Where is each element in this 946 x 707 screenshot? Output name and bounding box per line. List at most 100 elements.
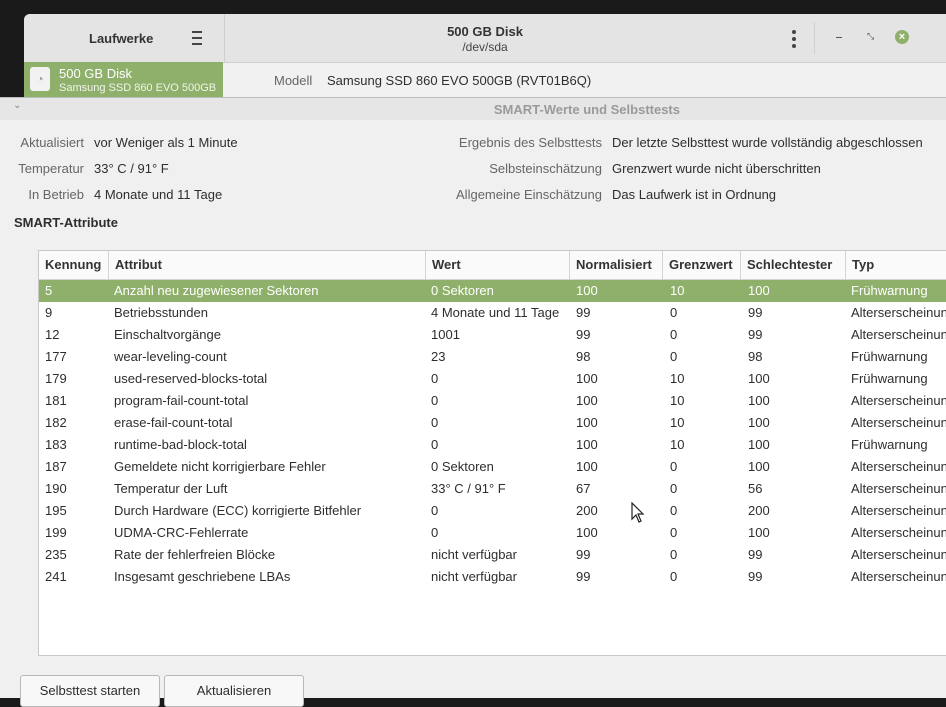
cell-value: 0 (431, 525, 439, 540)
column-header-worst[interactable]: Schlechtester (741, 251, 846, 279)
cell-type: Alterserscheinung (851, 415, 946, 430)
cell-threshold: 0 (670, 503, 678, 518)
close-icon[interactable]: × (895, 30, 909, 44)
smart-attributes-table: Kennung Attribut Wert Normalisiert Grenz… (38, 250, 946, 656)
info-value-selftest-result: Der letzte Selbsttest wurde vollständig … (612, 135, 923, 150)
cell-threshold: 0 (670, 305, 678, 320)
cell-attribute: Einschaltvorgänge (114, 327, 221, 342)
table-row[interactable]: 190 Temperatur der Luft 33° C / 91° F 67 0 56… (39, 478, 946, 500)
cell-attribute: Durch Hardware (ECC) korrigierte Bitfehl… (114, 503, 362, 518)
cell-id: 177 (45, 349, 67, 364)
column-header-type[interactable]: Typ (846, 251, 946, 279)
cell-id: 199 (45, 525, 67, 540)
cell-value: 23 (431, 349, 446, 364)
table-row[interactable]: 235 Rate der fehlerfreien Blöcke nicht ver… (39, 544, 946, 566)
cell-type: Alterserscheinung (851, 327, 946, 342)
cell-worst: 100 (748, 459, 770, 474)
cell-type: Alterserscheinung (851, 459, 946, 474)
cell-id: 181 (45, 393, 67, 408)
cell-worst: 100 (748, 371, 770, 386)
cell-normalized: 67 (576, 481, 591, 496)
header-divider (814, 22, 815, 54)
smart-dialog: ⌄ SMART-Werte und Selbsttests Aktualisie… (0, 97, 946, 707)
column-header-normalized[interactable]: Normalisiert (570, 251, 663, 279)
cell-type: Frühwarnung (851, 283, 928, 298)
cell-id: 195 (45, 503, 67, 518)
cell-normalized: 99 (576, 569, 591, 584)
cell-worst: 56 (748, 481, 763, 496)
cell-attribute: erase-fail-count-total (114, 415, 233, 430)
cell-attribute: Temperatur der Luft (114, 481, 228, 496)
table-row[interactable]: 179 used-reserved-blocks-total 0 100 10 100 Fr… (39, 368, 946, 390)
cell-id: 12 (45, 327, 60, 342)
cell-normalized: 100 (576, 283, 598, 298)
maximize-icon[interactable]: ⤡ (867, 32, 874, 41)
cell-id: 182 (45, 415, 67, 430)
table-row[interactable]: 9 Betriebsstunden 4 Monate und 11 Tage 99 0 9… (39, 302, 946, 324)
cell-id: 5 (45, 283, 53, 298)
cell-type: Alterserscheinung (851, 569, 946, 584)
cell-type: Alterserscheinung (851, 547, 946, 562)
table-row[interactable]: 12 Einschaltvorgänge 1001 99 0 99 Altersersche… (39, 324, 946, 346)
column-header-value[interactable]: Wert (426, 251, 570, 279)
modell-label: Modell (274, 73, 313, 88)
disks-header: Laufwerke 500 GB Disk /dev/sda ⤡ × (24, 14, 946, 63)
cell-normalized: 100 (576, 371, 598, 386)
more-options-icon[interactable] (792, 30, 796, 48)
column-header-id[interactable]: Kennung (39, 251, 109, 279)
cell-threshold: 10 (670, 393, 685, 408)
refresh-button[interactable]: Aktualisieren (164, 675, 304, 707)
cell-value: 0 (431, 503, 439, 518)
cell-id: 179 (45, 371, 67, 386)
cell-attribute: Gemeldete nicht korrigierbare Fehler (114, 459, 326, 474)
cell-worst: 99 (748, 305, 763, 320)
cell-threshold: 0 (670, 569, 678, 584)
cell-normalized: 99 (576, 547, 591, 562)
dialog-title: SMART-Werte und Selbsttests (493, 102, 680, 117)
cell-type: Alterserscheinung (851, 525, 946, 540)
table-row[interactable]: 177 wear-leveling-count 23 98 0 98 Frühwarnung (39, 346, 946, 368)
cell-attribute: Anzahl neu zugewiesener Sektoren (114, 283, 319, 298)
sidebar-title: Laufwerke (89, 31, 154, 46)
info-value-overall-assessment: Das Laufwerk ist in Ordnung (612, 187, 777, 202)
cell-attribute: Betriebsstunden (114, 305, 208, 320)
sidebar-disk-name: 500 GB Disk (59, 66, 132, 81)
start-selftest-button[interactable]: Selbsttest starten (20, 675, 160, 707)
cell-id: 9 (45, 305, 53, 320)
info-label-temperature: Temperatur (18, 161, 84, 176)
table-row[interactable]: 5 Anzahl neu zugewiesener Sektoren 0 Sekto… (39, 280, 946, 302)
cell-threshold: 0 (670, 547, 678, 562)
table-row[interactable]: 182 erase-fail-count-total 0 100 10 100 Alters… (39, 412, 946, 434)
info-value-temperature: 33° C / 91° F (94, 161, 169, 176)
cell-value: 4 Monate und 11 Tage (431, 305, 560, 320)
cell-type: Frühwarnung (851, 437, 928, 452)
info-value-self-assessment: Grenzwert wurde nicht überschritten (612, 161, 821, 176)
cell-id: 183 (45, 437, 67, 452)
table-row[interactable]: 181 program-fail-count-total 0 100 10 100 Alte… (39, 390, 946, 412)
info-label-self-assessment: Selbsteinschätzung (489, 161, 602, 176)
column-header-threshold[interactable]: Grenzwert (663, 251, 741, 279)
table-row[interactable]: 241 Insgesamt geschriebene LBAs nicht verf… (39, 566, 946, 588)
cell-worst: 100 (748, 437, 770, 452)
cell-value: nicht verfügbar (431, 547, 517, 562)
cell-threshold: 0 (670, 481, 678, 496)
cell-threshold: 0 (670, 327, 678, 342)
cell-worst: 99 (748, 569, 763, 584)
table-row[interactable]: 195 Durch Hardware (ECC) korrigierte Bitf… (39, 500, 946, 522)
table-row[interactable]: 183 runtime-bad-block-total 0 100 10 100 Frühw… (39, 434, 946, 456)
cell-threshold: 10 (670, 415, 685, 430)
cell-worst: 100 (748, 525, 770, 540)
table-row[interactable]: 199 UDMA-CRC-Fehlerrate 0 100 0 100 Altersersc… (39, 522, 946, 544)
section-title-smart-attributes: SMART-Attribute (14, 215, 118, 230)
menu-icon[interactable] (192, 31, 202, 45)
cell-threshold: 0 (670, 349, 678, 364)
cell-value: 33° C / 91° F (431, 481, 506, 496)
table-row[interactable]: 187 Gemeldete nicht korrigierbare Fehler 0… (39, 456, 946, 478)
cell-threshold: 10 (670, 371, 685, 386)
minimize-icon[interactable] (836, 37, 842, 38)
cell-normalized: 99 (576, 327, 591, 342)
cell-type: Alterserscheinung (851, 503, 946, 518)
column-header-attribute[interactable]: Attribut (109, 251, 426, 279)
cell-normalized: 100 (576, 459, 598, 474)
cell-value: 0 (431, 371, 439, 386)
